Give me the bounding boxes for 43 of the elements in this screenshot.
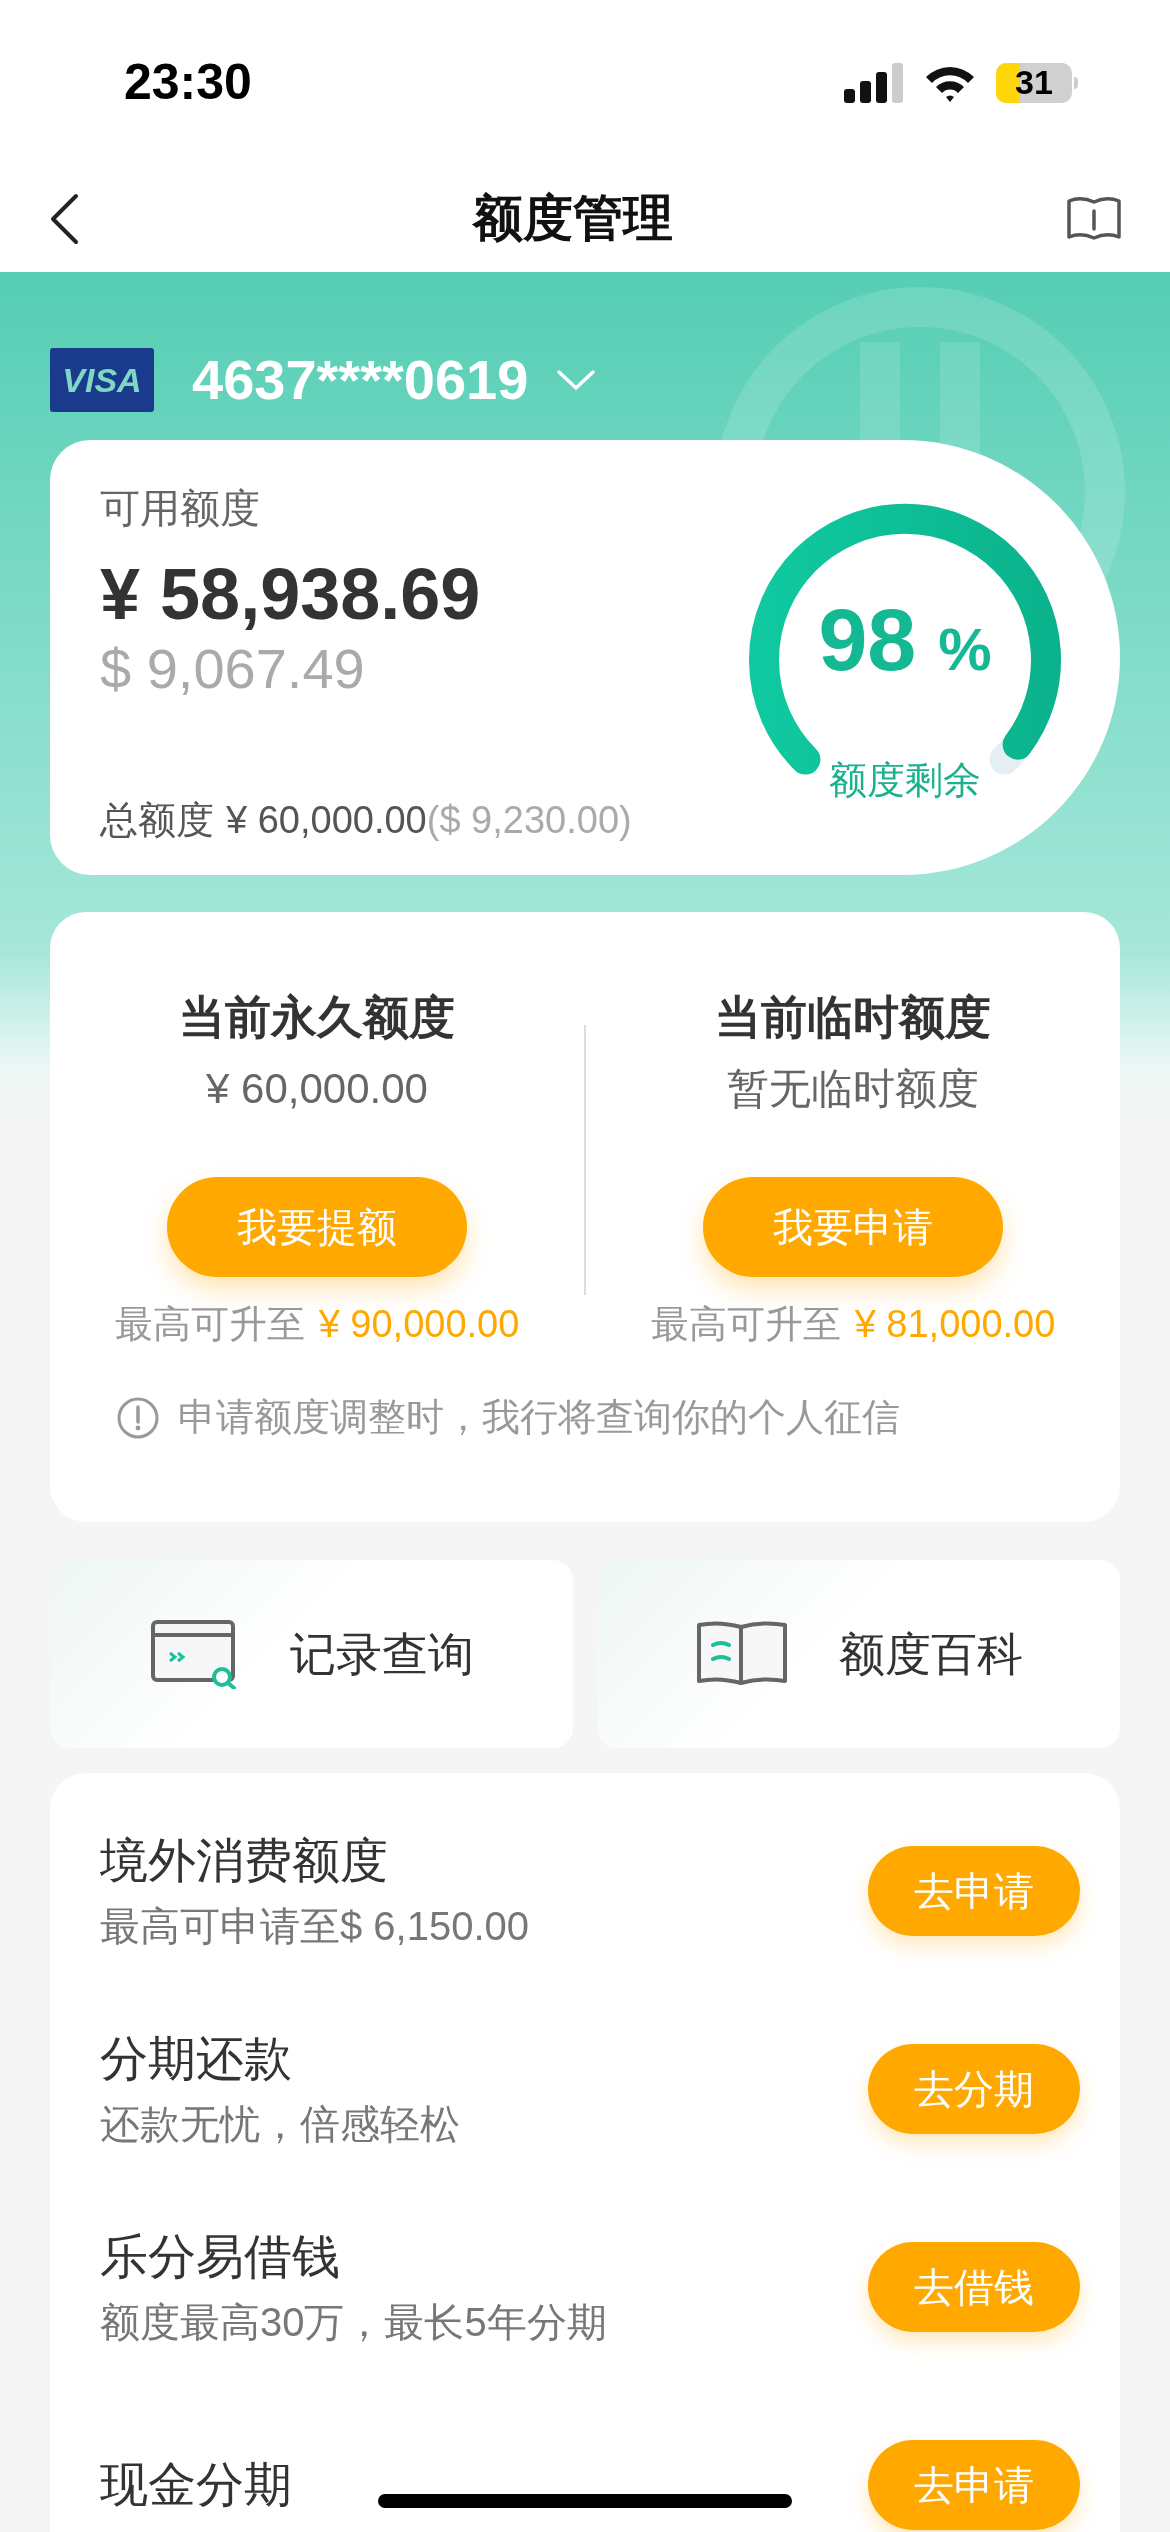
service-subtitle: 最高可申请至$ 6,150.00 bbox=[100, 1903, 530, 1950]
signal-icon bbox=[844, 62, 904, 103]
total-usd: ($ 9,230.00) bbox=[426, 798, 632, 843]
limit-button[interactable]: 我要提额 bbox=[167, 1177, 467, 1277]
credit-notice: 申请额度调整时，我行将查询你的个人征信 bbox=[178, 1395, 900, 1440]
service-title: 乐分易借钱 bbox=[100, 2229, 340, 2285]
shortcut-tile[interactable]: 额度百科 bbox=[597, 1560, 1120, 1748]
shortcut-label: 额度百科 bbox=[838, 1626, 1023, 1682]
available-usd: $ 9,067.49 bbox=[100, 636, 366, 702]
limit-title: 当前永久额度 bbox=[179, 990, 455, 1045]
back-icon[interactable] bbox=[48, 192, 80, 245]
service-button[interactable]: 去申请 bbox=[868, 2440, 1080, 2530]
available-amount: ¥ 58,938.69 bbox=[100, 553, 482, 636]
limit-value: ¥ 60,000.00 bbox=[206, 1064, 428, 1114]
gauge-caption: 额度剩余 bbox=[828, 758, 982, 803]
shortcut-label: 记录查询 bbox=[289, 1626, 474, 1682]
limit-value: 暂无临时额度 bbox=[727, 1064, 979, 1114]
limit-title: 当前临时额度 bbox=[715, 990, 991, 1045]
status-time: 23:30 bbox=[124, 53, 252, 112]
service-button[interactable]: 去分期 bbox=[868, 2044, 1080, 2134]
gauge-value: 98 bbox=[818, 590, 917, 690]
limit-button[interactable]: 我要申请 bbox=[703, 1177, 1003, 1277]
card-brand-logo: VISA bbox=[50, 348, 154, 412]
max-value: ¥ 81,000.00 bbox=[854, 1302, 1056, 1347]
gauge-unit: % bbox=[938, 615, 992, 685]
service-title: 境外消费额度 bbox=[100, 1833, 388, 1889]
shortcut-tile[interactable]: 记录查询 bbox=[50, 1560, 573, 1748]
service-title: 现金分期 bbox=[100, 2457, 292, 2513]
max-label: 最高可升至 bbox=[114, 1302, 305, 1347]
book-icon[interactable] bbox=[1066, 194, 1122, 243]
service-button[interactable]: 去借钱 bbox=[868, 2242, 1080, 2332]
service-title: 分期还款 bbox=[100, 2031, 292, 2087]
service-subtitle: 还款无忧，倍感轻松 bbox=[100, 2101, 460, 2148]
total-amount: ¥ 60,000.00 bbox=[226, 798, 427, 843]
service-subtitle: 额度最高30万，最长5年分期 bbox=[100, 2299, 607, 2346]
max-label: 最高可升至 bbox=[650, 1302, 841, 1347]
available-label: 可用额度 bbox=[100, 485, 261, 532]
page-title: 额度管理 bbox=[473, 189, 673, 248]
service-button[interactable]: 去申请 bbox=[868, 1846, 1080, 1936]
max-value: ¥ 90,000.00 bbox=[318, 1302, 520, 1347]
info-icon bbox=[116, 1395, 160, 1440]
total-label: 总额度 bbox=[100, 798, 214, 843]
card-number[interactable]: 4637****0619 bbox=[192, 338, 529, 422]
